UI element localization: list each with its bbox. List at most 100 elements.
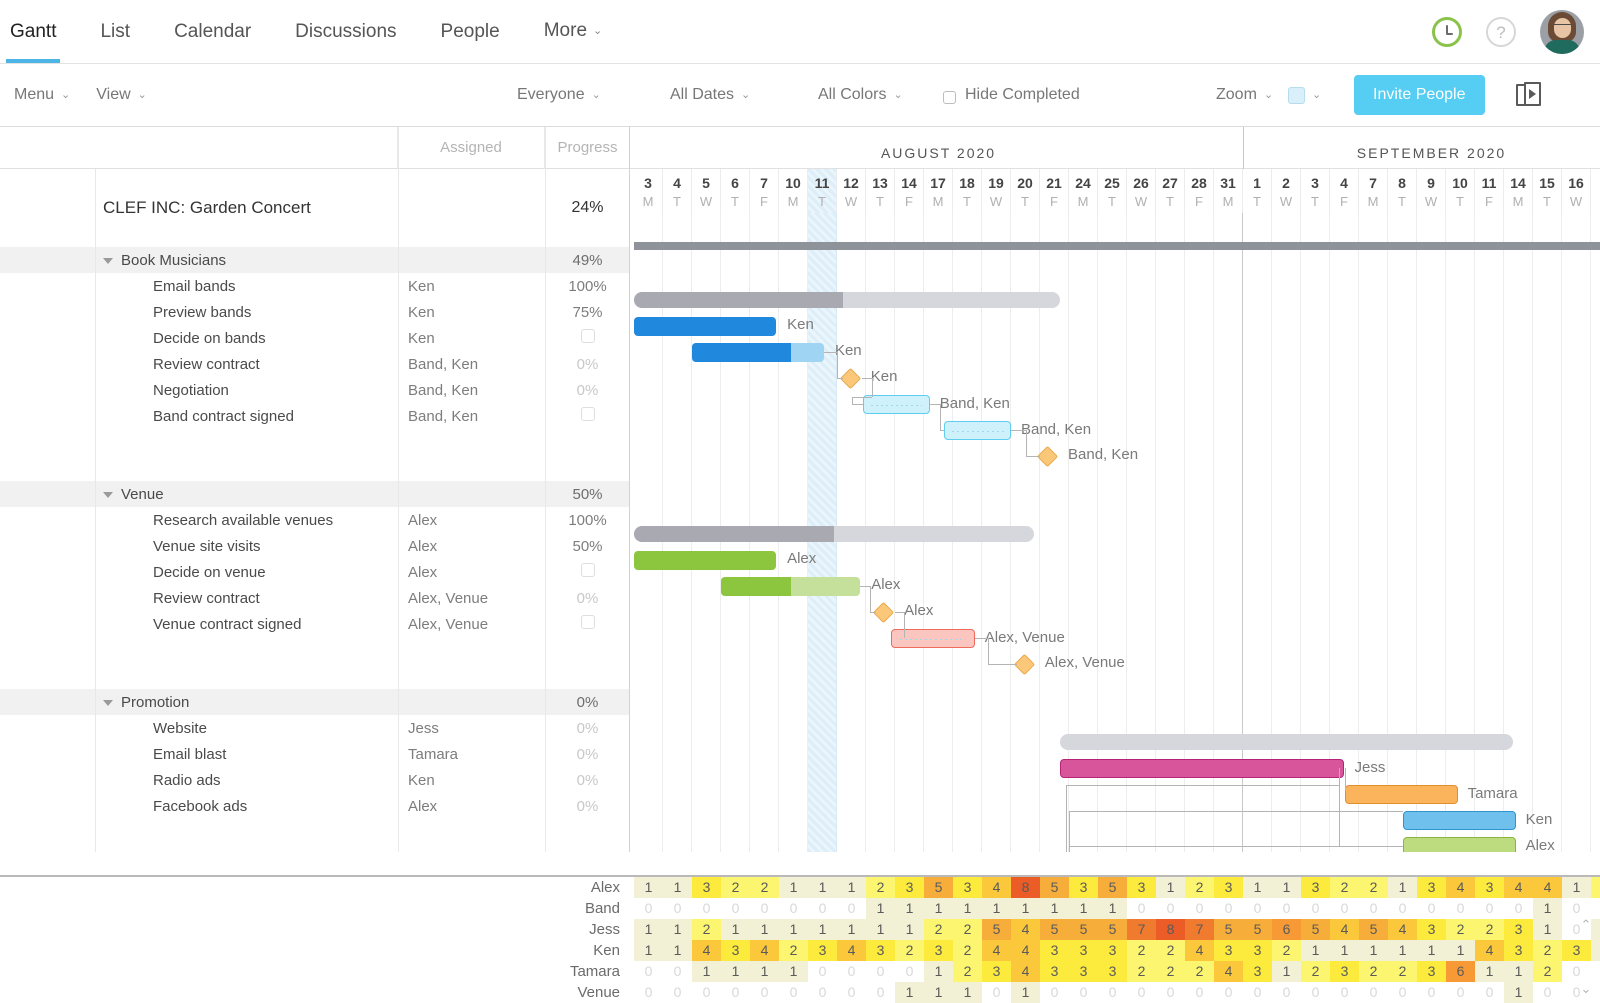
assigned-cell[interactable]: Alex bbox=[398, 798, 545, 815]
everyone-filter[interactable]: Everyone ⌄ bbox=[517, 86, 601, 104]
progress-checkbox[interactable] bbox=[581, 615, 595, 629]
toggle-panel-icon[interactable] bbox=[1516, 82, 1542, 108]
assigned-cell[interactable]: Band, Ken bbox=[398, 408, 545, 425]
task-bar[interactable]: Jess bbox=[1060, 759, 1344, 778]
histogram-cell: 4 bbox=[1330, 919, 1359, 940]
gantt-day-column bbox=[1272, 213, 1301, 852]
gantt-day-column bbox=[1243, 213, 1272, 852]
hide-completed-toggle[interactable]: Hide Completed bbox=[943, 86, 1080, 104]
progress-cell[interactable]: 24% bbox=[545, 199, 630, 217]
task-name-label: Website bbox=[153, 720, 207, 737]
histogram-row: Tamara0011110000123433322243123223611200 bbox=[0, 961, 1600, 982]
task-name-cell: Venue contract signed bbox=[0, 611, 398, 637]
assigned-cell[interactable]: Alex, Venue bbox=[398, 590, 545, 607]
task-bar[interactable]: Band, Ken bbox=[944, 421, 1011, 440]
progress-cell[interactable] bbox=[545, 563, 630, 581]
task-bar[interactable]: Alex bbox=[634, 551, 776, 570]
view-dropdown[interactable]: View ⌄ bbox=[96, 86, 147, 104]
assigned-cell[interactable]: Alex bbox=[398, 538, 545, 555]
nav-tab-more[interactable]: More⌄ bbox=[544, 0, 603, 65]
progress-cell[interactable]: 0% bbox=[545, 356, 630, 373]
day-number: 19 bbox=[982, 169, 1010, 193]
gantt-day-column bbox=[1359, 213, 1388, 852]
assigned-cell[interactable]: Jess bbox=[398, 720, 545, 737]
collapse-triangle-icon[interactable] bbox=[103, 700, 113, 706]
assigned-cell[interactable]: Alex, Venue bbox=[398, 616, 545, 633]
all-colors-filter[interactable]: All Colors ⌄ bbox=[818, 86, 903, 104]
histogram-cell: 2 bbox=[1475, 919, 1504, 940]
assigned-cell[interactable]: Band, Ken bbox=[398, 382, 545, 399]
assigned-cell[interactable]: Ken bbox=[398, 304, 545, 321]
zoom-dropdown[interactable]: Zoom ⌄ bbox=[1216, 86, 1273, 104]
nav-tab-calendar[interactable]: Calendar bbox=[174, 0, 251, 63]
task-bar[interactable]: Ken bbox=[634, 317, 776, 336]
assigned-cell[interactable]: Band, Ken bbox=[398, 356, 545, 373]
avatar[interactable] bbox=[1540, 10, 1584, 54]
progress-checkbox[interactable] bbox=[581, 329, 595, 343]
progress-cell[interactable] bbox=[545, 329, 630, 347]
timer-icon[interactable] bbox=[1432, 17, 1462, 47]
progress-cell[interactable]: 50% bbox=[545, 486, 630, 503]
progress-cell[interactable]: 0% bbox=[545, 382, 630, 399]
progress-cell[interactable]: 100% bbox=[545, 512, 630, 529]
invite-people-button[interactable]: Invite People bbox=[1354, 75, 1485, 115]
task-name-cell: Band contract signed bbox=[0, 403, 398, 429]
progress-checkbox[interactable] bbox=[581, 407, 595, 421]
group-summary-bar[interactable] bbox=[634, 292, 1060, 308]
dependency-link bbox=[1345, 768, 1346, 791]
nav-tab-gantt[interactable]: Gantt bbox=[10, 0, 56, 63]
scroll-up-icon[interactable]: ⌃ bbox=[1578, 917, 1594, 933]
task-bar[interactable]: Band, Ken bbox=[863, 395, 930, 414]
task-bar[interactable]: Tamara bbox=[1345, 785, 1458, 804]
histogram-cell: 0 bbox=[1185, 898, 1214, 919]
group-summary-bar[interactable] bbox=[1060, 734, 1512, 750]
day-weekday: M bbox=[634, 193, 662, 210]
project-summary-bar[interactable] bbox=[634, 242, 1600, 250]
histogram-cell: 1 bbox=[895, 898, 924, 919]
progress-cell[interactable] bbox=[545, 615, 630, 633]
assigned-cell[interactable]: Tamara bbox=[398, 746, 545, 763]
day-header-cell: 4F bbox=[1330, 169, 1359, 213]
progress-cell[interactable]: 50% bbox=[545, 538, 630, 555]
gantt-body[interactable]: KenKenKenBand, KenBand, KenBand, KenAlex… bbox=[630, 213, 1600, 852]
assigned-cell[interactable]: Alex bbox=[398, 512, 545, 529]
assigned-cell[interactable]: Ken bbox=[398, 330, 545, 347]
progress-cell[interactable]: 0% bbox=[545, 772, 630, 789]
histogram-cell: 4 bbox=[982, 940, 1011, 961]
task-bar[interactable]: Ken bbox=[692, 343, 824, 362]
task-bar[interactable]: Ken bbox=[1403, 811, 1516, 830]
menu-dropdown[interactable]: Menu ⌄ bbox=[14, 86, 70, 104]
dependency-link bbox=[870, 586, 871, 612]
scroll-down-icon[interactable]: ⌄ bbox=[1578, 981, 1594, 997]
progress-cell[interactable]: 0% bbox=[545, 590, 630, 607]
group-summary-bar[interactable] bbox=[634, 526, 1034, 542]
dependency-link bbox=[904, 612, 905, 638]
collapse-triangle-icon[interactable] bbox=[103, 492, 113, 498]
assigned-cell[interactable]: Ken bbox=[398, 772, 545, 789]
task-bar[interactable]: Alex bbox=[1403, 837, 1516, 852]
progress-cell[interactable]: 0% bbox=[545, 720, 630, 737]
assigned-cell[interactable]: Ken bbox=[398, 278, 545, 295]
assigned-cell[interactable]: Alex bbox=[398, 564, 545, 581]
progress-cell[interactable]: 0% bbox=[545, 746, 630, 763]
progress-cell[interactable]: 75% bbox=[545, 304, 630, 321]
checkbox-icon[interactable] bbox=[943, 91, 956, 104]
help-icon[interactable]: ? bbox=[1486, 17, 1516, 47]
progress-cell[interactable] bbox=[545, 407, 630, 425]
progress-cell[interactable]: 49% bbox=[545, 252, 630, 269]
nav-tab-discussions[interactable]: Discussions bbox=[295, 0, 396, 63]
menu-label: Menu bbox=[14, 86, 54, 104]
progress-cell[interactable]: 100% bbox=[545, 278, 630, 295]
task-bar[interactable]: Alex bbox=[721, 577, 860, 596]
color-swatch-dropdown[interactable]: ⌄ bbox=[1288, 87, 1321, 104]
all-dates-filter[interactable]: All Dates ⌄ bbox=[670, 86, 750, 104]
progress-cell[interactable]: 0% bbox=[545, 694, 630, 711]
progress-cell[interactable]: 0% bbox=[545, 798, 630, 815]
color-swatch-icon[interactable] bbox=[1288, 87, 1305, 104]
histogram-cell: 1 bbox=[953, 982, 982, 1003]
progress-checkbox[interactable] bbox=[581, 563, 595, 577]
nav-tab-list[interactable]: List bbox=[100, 0, 130, 63]
nav-tab-people[interactable]: People bbox=[441, 0, 500, 63]
day-header-cell: 10M bbox=[779, 169, 808, 213]
collapse-triangle-icon[interactable] bbox=[103, 258, 113, 264]
